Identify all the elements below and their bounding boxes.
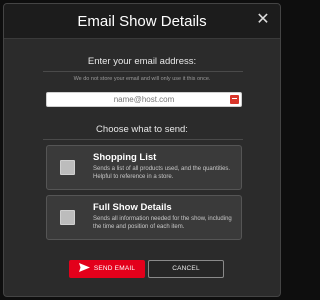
send-email-button[interactable]: SEND EMAIL xyxy=(69,260,145,278)
option-full-show-details[interactable]: Full Show Details Sends all information … xyxy=(46,195,242,240)
email-show-details-dialog: Email Show Details ✕ Enter your email ad… xyxy=(3,3,281,297)
paper-plane-icon xyxy=(78,262,90,272)
cancel-button[interactable]: CANCEL xyxy=(148,260,224,278)
send-divider xyxy=(43,139,243,140)
dialog-title: Email Show Details xyxy=(77,13,207,30)
send-section-label: Choose what to send: xyxy=(96,124,188,135)
option-shopping-list[interactable]: Shopping List Sends a list of all produc… xyxy=(46,145,242,190)
send-email-label: SEND EMAIL xyxy=(93,265,136,272)
option-description: Sends all information needed for the sho… xyxy=(93,216,232,230)
full-show-details-checkbox[interactable] xyxy=(60,210,75,225)
shopping-list-checkbox[interactable] xyxy=(60,160,75,175)
option-description: Sends a list of all products used, and t… xyxy=(93,166,231,180)
email-divider xyxy=(43,71,243,72)
email-input[interactable] xyxy=(46,92,242,107)
option-title: Full Show Details xyxy=(93,202,172,213)
autofill-icon[interactable] xyxy=(230,95,239,104)
email-label: Enter your email address: xyxy=(87,56,197,67)
close-icon[interactable]: ✕ xyxy=(254,11,272,29)
dialog-header: Email Show Details ✕ xyxy=(4,4,280,39)
privacy-note: We do not store your email and will only… xyxy=(73,76,211,82)
option-title: Shopping List xyxy=(93,152,157,163)
